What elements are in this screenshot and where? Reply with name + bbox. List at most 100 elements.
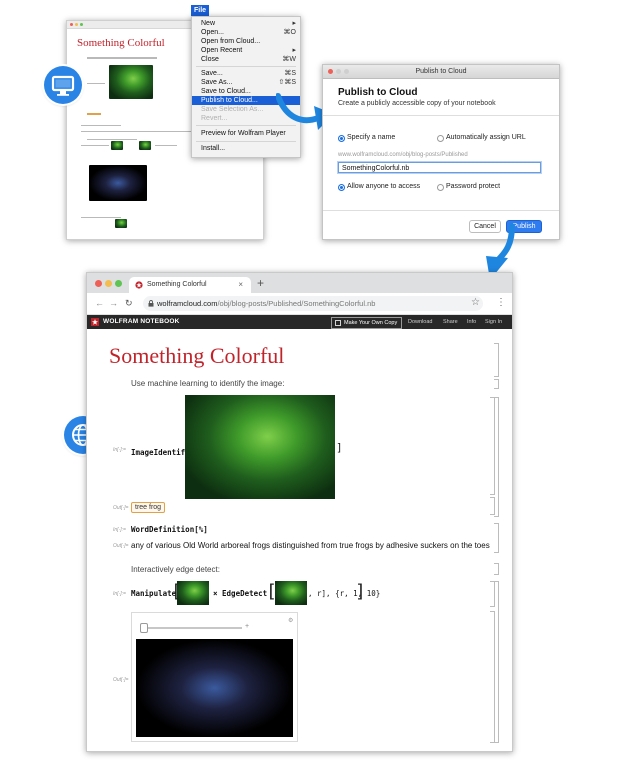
manipulate-code-tail[interactable]: , r], {r, 1, 10} bbox=[308, 589, 380, 598]
mini-code-line bbox=[81, 145, 109, 146]
panel-options-icon[interactable]: ⚙ bbox=[288, 617, 293, 624]
menu-item-open-from-cloud[interactable]: Open from Cloud... bbox=[192, 37, 300, 46]
make-own-copy-button[interactable]: Make Your Own Copy bbox=[331, 317, 403, 329]
copy-icon bbox=[335, 320, 341, 326]
dialog-titlebar: Publish to Cloud bbox=[323, 65, 559, 79]
dialog-separator bbox=[323, 115, 559, 116]
desktop-monitor-icon bbox=[51, 75, 75, 96]
wolfram-logo-icon bbox=[135, 281, 143, 289]
cell-bracket[interactable] bbox=[494, 343, 499, 377]
url-domain: wolframcloud.com bbox=[157, 299, 218, 308]
dialog-window-title: Publish to Cloud bbox=[415, 68, 467, 75]
address-bar[interactable]: wolframcloud.com/obj/blog-posts/Publishe… bbox=[143, 296, 483, 311]
wolfram-logo-icon bbox=[91, 318, 99, 326]
radio-password[interactable] bbox=[437, 184, 444, 191]
menu-item-open-recent[interactable]: Open Recent ▸ bbox=[192, 46, 300, 55]
close-dot-icon[interactable] bbox=[95, 280, 102, 287]
lock-icon bbox=[148, 300, 154, 307]
share-link[interactable]: Share bbox=[443, 315, 458, 329]
in-label: In[·]:= bbox=[113, 591, 126, 597]
word-definition-code[interactable]: WordDefinition[%] bbox=[131, 525, 208, 534]
menu-item-new[interactable]: New ▸ bbox=[192, 19, 300, 28]
menu-item-close[interactable]: Close ⌘W bbox=[192, 55, 300, 64]
url-path: /obj/blog-posts/Published/SomethingColor… bbox=[217, 299, 376, 308]
cell-bracket[interactable] bbox=[490, 497, 495, 515]
url-text: wolframcloud.com/obj/blog-posts/Publishe… bbox=[157, 296, 375, 311]
forward-icon[interactable]: → bbox=[109, 298, 118, 308]
new-tab-button[interactable]: + bbox=[257, 276, 264, 290]
mini-code-line bbox=[87, 83, 105, 84]
close-dot-icon[interactable] bbox=[328, 69, 333, 74]
close-dot-icon[interactable] bbox=[70, 23, 73, 26]
radio-specify-name[interactable] bbox=[338, 135, 345, 142]
cell-bracket[interactable] bbox=[490, 611, 495, 743]
out-label: Out[·]= bbox=[113, 677, 129, 683]
cell-bracket[interactable] bbox=[494, 563, 499, 575]
menu-item-install[interactable]: Install... bbox=[192, 144, 300, 153]
mini-code-line bbox=[81, 125, 121, 126]
zoom-dot-icon[interactable] bbox=[115, 280, 122, 287]
cell-bracket[interactable] bbox=[494, 379, 499, 389]
in-label: In[·]:= bbox=[113, 527, 126, 533]
star-icon[interactable]: ☆ bbox=[471, 297, 480, 308]
slider-plus-icon[interactable]: + bbox=[245, 623, 249, 630]
browser-tabbar: Something Colorful × + bbox=[87, 273, 512, 293]
cell-bracket[interactable] bbox=[490, 581, 495, 607]
cell-bracket[interactable] bbox=[490, 397, 495, 495]
menu-item-open[interactable]: Open... ⌘O bbox=[192, 28, 300, 37]
browser-toolbar: ← → ↻ wolframcloud.com/obj/blog-posts/Pu… bbox=[87, 293, 512, 315]
download-link[interactable]: Download bbox=[408, 315, 432, 329]
minimize-dot-icon[interactable] bbox=[105, 280, 112, 287]
edge-detect-code[interactable]: × EdgeDetect bbox=[213, 589, 267, 598]
mini-text-line bbox=[87, 139, 137, 140]
minimize-dot-icon bbox=[336, 69, 341, 74]
menu-separator bbox=[196, 66, 296, 67]
dialog-subheading: Create a publicly accessible copy of you… bbox=[338, 100, 496, 107]
manipulate-panel: + ⚙ bbox=[131, 612, 298, 742]
radio-password-label: Password protect bbox=[446, 183, 501, 190]
radio-allow-anyone[interactable] bbox=[338, 184, 345, 191]
desktop-badge bbox=[44, 66, 82, 104]
menu-item-save-as[interactable]: Save As... ⇧⌘S bbox=[192, 78, 300, 87]
back-icon[interactable]: ← bbox=[95, 298, 104, 308]
more-icon[interactable]: ⋮ bbox=[496, 297, 506, 308]
mini-frog-thumb bbox=[111, 141, 123, 150]
zoom-dot-icon[interactable] bbox=[80, 23, 83, 26]
slider-track[interactable] bbox=[142, 627, 242, 629]
url-prefix: www.wolframcloud.com/obj/blog-posts/Publ… bbox=[338, 152, 468, 158]
zoom-dot-icon bbox=[344, 69, 349, 74]
word-definition-output: any of various Old World arboreal frogs … bbox=[131, 541, 490, 550]
reload-icon[interactable]: ↻ bbox=[125, 298, 133, 309]
wolfram-notebook-bar: WOLFRAM NOTEBOOK Make Your Own Copy Down… bbox=[87, 315, 512, 329]
frog-thumb bbox=[177, 581, 209, 605]
cell-bracket[interactable] bbox=[494, 523, 499, 553]
filename-input[interactable]: SomethingColorful.nb bbox=[338, 162, 541, 173]
tab-label: Something Colorful bbox=[147, 281, 207, 288]
out-label: Out[·]= bbox=[113, 543, 129, 549]
minimize-dot-icon[interactable] bbox=[75, 23, 78, 26]
in-label: In[·]:= bbox=[113, 447, 126, 453]
slider-knob[interactable] bbox=[140, 623, 148, 633]
frog-thumb bbox=[275, 581, 307, 605]
mini-text-line bbox=[81, 217, 121, 218]
file-menu-title[interactable]: File bbox=[191, 5, 209, 16]
radio-auto-url-label: Automatically assign URL bbox=[446, 134, 526, 141]
mini-edge-image bbox=[89, 165, 147, 201]
info-link[interactable]: Info bbox=[467, 315, 476, 329]
tab-close-icon[interactable]: × bbox=[238, 277, 243, 293]
bracket-close: ] bbox=[336, 441, 343, 454]
out-label: Out[·]= bbox=[113, 505, 129, 511]
tab-something-colorful[interactable]: Something Colorful × bbox=[129, 277, 251, 293]
notebook-title: Something Colorful bbox=[109, 343, 285, 368]
browser-window: Something Colorful × + ← → ↻ wolframclou… bbox=[86, 272, 513, 752]
menu-separator bbox=[196, 141, 296, 142]
notebook-text: Use machine learning to identify the ima… bbox=[131, 379, 285, 388]
radio-auto-url[interactable] bbox=[437, 135, 444, 142]
sign-in-link[interactable]: Sign In bbox=[485, 315, 502, 329]
menu-item-save[interactable]: Save... ⌘S bbox=[192, 69, 300, 78]
bracket-close: ] bbox=[355, 581, 366, 602]
manipulate-code-head[interactable]: Manipulate bbox=[131, 589, 176, 598]
mini-frog-thumb bbox=[139, 141, 151, 150]
tree-frog-chip[interactable]: tree frog bbox=[131, 502, 166, 513]
dialog-heading: Publish to Cloud bbox=[338, 87, 418, 98]
